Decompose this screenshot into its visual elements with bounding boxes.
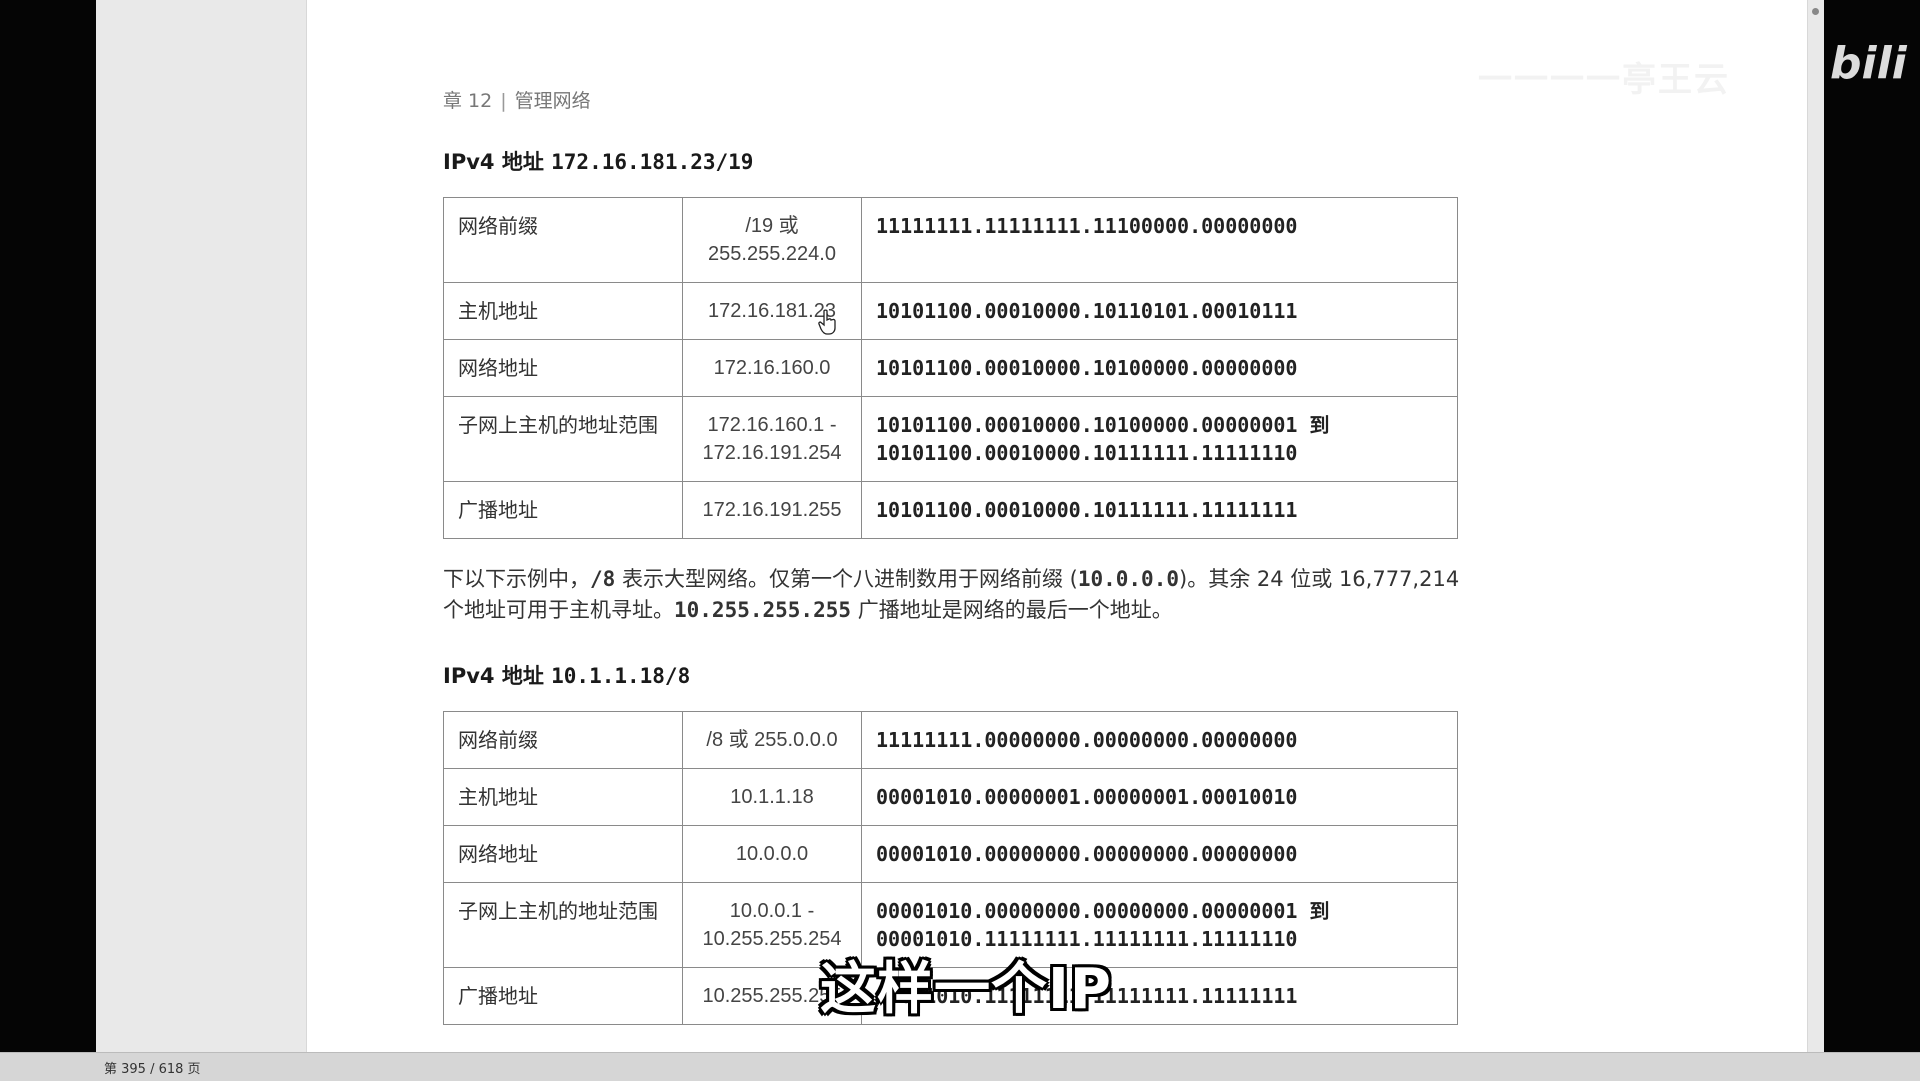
para-text-2: 表示大型网络。仅第一个八进制数用于网络前缀 ( — [615, 567, 1078, 591]
watermark-brand: 一一一一亭王云 — [1478, 60, 1730, 100]
row-label: 网络地址 — [443, 339, 683, 397]
table-row: 子网上主机的地址范围 172.16.160.1 - 172.16.191.254… — [443, 396, 1458, 482]
hand-cursor-icon — [818, 309, 836, 335]
chapter-header: 章 12 | 管理网络 — [443, 86, 591, 113]
row-decimal: 10.1.1.18 — [682, 768, 862, 826]
table-row: 网络前缀 /19 或 255.255.224.0 11111111.111111… — [443, 197, 1458, 283]
bilibili-logo: bili — [1830, 38, 1907, 89]
row-decimal: /19 或 255.255.224.0 — [682, 197, 862, 283]
caption-prefix: IPv4 地址 — [443, 664, 544, 688]
row-label: 广播地址 — [443, 967, 683, 1025]
row-label: 网络前缀 — [443, 711, 683, 769]
row-binary: 00001010.00000000.00000000.00000000 — [861, 825, 1458, 883]
caption-address: 172.16.181.23/19 — [551, 150, 754, 174]
table-row: 主机地址 172.16.181.23 10101100.00010000.101… — [443, 282, 1458, 340]
page-indicator: 第 395 / 618 页 — [104, 1062, 201, 1077]
para-code-1: /8 — [590, 567, 616, 591]
table-row: 网络地址 10.0.0.0 00001010.00000000.00000000… — [443, 825, 1458, 883]
row-label: 主机地址 — [443, 768, 683, 826]
row-decimal: /8 或 255.0.0.0 — [682, 711, 862, 769]
status-bar: 第 395 / 618 页 — [0, 1052, 1920, 1081]
row-binary: 10101100.00010000.10111111.11111111 — [861, 481, 1458, 539]
header-divider: | — [500, 90, 507, 112]
row-binary: 10101100.00010000.10100000.00000001 到 10… — [861, 396, 1458, 482]
row-decimal: 172.16.160.1 - 172.16.191.254 — [682, 396, 862, 482]
row-binary: 00001010.00000001.00000001.00010010 — [861, 768, 1458, 826]
table-row: 主机地址 10.1.1.18 00001010.00000001.0000000… — [443, 768, 1458, 826]
window-dot-icon — [1812, 8, 1819, 15]
row-label: 广播地址 — [443, 481, 683, 539]
row-label: 网络前缀 — [443, 197, 683, 283]
explanation-paragraph: 下以下示例中，/8 表示大型网络。仅第一个八进制数用于网络前缀 (10.0.0.… — [443, 564, 1473, 626]
table1-caption: IPv4 地址 172.16.181.23/19 — [443, 146, 753, 176]
caption-address: 10.1.1.18/8 — [551, 664, 691, 688]
row-binary: 11111111.00000000.00000000.00000000 — [861, 711, 1458, 769]
ipv4-table-1: 网络前缀 /19 或 255.255.224.0 11111111.111111… — [443, 197, 1458, 539]
para-code-2: 10.0.0.0 — [1077, 567, 1179, 591]
table-row: 网络前缀 /8 或 255.0.0.0 11111111.00000000.00… — [443, 711, 1458, 769]
row-label: 网络地址 — [443, 825, 683, 883]
caption-prefix: IPv4 地址 — [443, 150, 544, 174]
table-row: 网络地址 172.16.160.0 10101100.00010000.1010… — [443, 339, 1458, 397]
row-label: 子网上主机的地址范围 — [443, 396, 683, 482]
para-text-4: 广播地址是网络的最后一个地址。 — [851, 598, 1173, 622]
chapter-title: 管理网络 — [514, 90, 591, 112]
para-text-1: 下以下示例中， — [443, 567, 590, 591]
row-label: 主机地址 — [443, 282, 683, 340]
video-subtitle: 这样一个IP — [820, 957, 1112, 1022]
table2-caption: IPv4 地址 10.1.1.18/8 — [443, 660, 690, 690]
row-decimal: 10.0.0.0 — [682, 825, 862, 883]
row-decimal: 172.16.191.255 — [682, 481, 862, 539]
para-code-3: 10.255.255.255 — [674, 598, 852, 622]
row-binary: 11111111.11111111.11100000.00000000 — [861, 197, 1458, 283]
row-decimal: 172.16.160.0 — [682, 339, 862, 397]
row-label: 子网上主机的地址范围 — [443, 882, 683, 968]
table-row: 广播地址 172.16.191.255 10101100.00010000.10… — [443, 481, 1458, 539]
row-binary: 10101100.00010000.10110101.00010111 — [861, 282, 1458, 340]
row-binary: 10101100.00010000.10100000.00000000 — [861, 339, 1458, 397]
chapter-number: 章 12 — [443, 90, 493, 112]
